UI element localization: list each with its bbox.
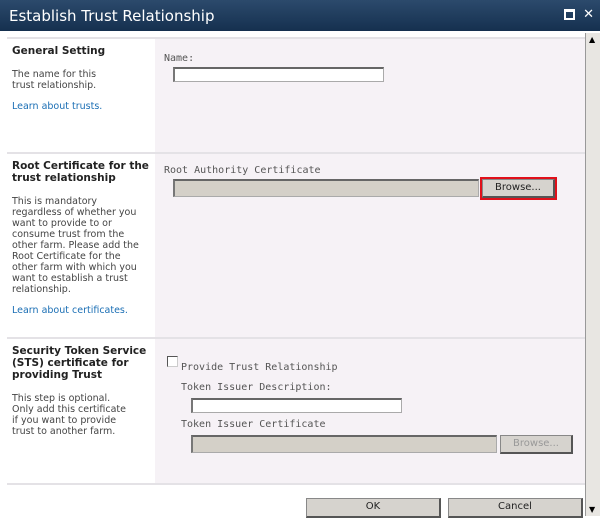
section-description: This step is optional. Only add this cer… <box>12 393 126 437</box>
dialog-title: Establish Trust Relationship <box>9 7 215 25</box>
name-label: Name: <box>164 53 195 64</box>
token-issuer-description-label: Token Issuer Description: <box>181 382 332 393</box>
provide-trust-label: Provide Trust Relationship <box>181 362 338 373</box>
scroll-up-icon[interactable]: ▲ <box>589 35 595 44</box>
provide-trust-checkbox[interactable] <box>167 356 178 367</box>
token-issuer-description-input[interactable] <box>191 398 402 413</box>
token-browse-button[interactable]: Browse... <box>500 435 573 454</box>
vertical-scrollbar[interactable]: ▲ ▼ <box>585 33 600 516</box>
sts-certificate-section: Security Token Service (STS) certificate… <box>7 337 585 483</box>
root-authority-label: Root Authority Certificate <box>164 165 321 176</box>
section-description: This is mandatory regardless of whether … <box>12 196 139 295</box>
dialog-titlebar: Establish Trust Relationship ✕ <box>0 0 600 31</box>
cancel-button[interactable]: Cancel <box>448 498 583 518</box>
root-certificate-input[interactable] <box>173 179 479 197</box>
section-heading: General Setting <box>12 45 106 57</box>
divider <box>7 483 585 485</box>
learn-about-certificates-link[interactable]: Learn about certificates. <box>12 305 128 316</box>
token-issuer-certificate-label: Token Issuer Certificate <box>181 419 326 430</box>
scroll-down-icon[interactable]: ▼ <box>589 505 595 514</box>
ok-button[interactable]: OK <box>306 498 441 518</box>
maximize-icon[interactable] <box>564 9 576 20</box>
close-icon[interactable]: ✕ <box>583 7 594 22</box>
name-input[interactable] <box>173 67 384 82</box>
token-issuer-certificate-input[interactable] <box>191 435 497 453</box>
learn-about-trusts-link[interactable]: Learn about trusts. <box>12 101 102 112</box>
browse-button[interactable]: Browse... <box>480 177 557 200</box>
general-setting-section: General Setting The name for this trust … <box>7 37 585 152</box>
root-certificate-section: Root Certificate for the trust relations… <box>7 152 585 337</box>
section-heading: Root Certificate for the trust relations… <box>12 160 149 184</box>
section-description: The name for this trust relationship. <box>12 69 97 91</box>
section-heading: Security Token Service (STS) certificate… <box>12 345 147 381</box>
